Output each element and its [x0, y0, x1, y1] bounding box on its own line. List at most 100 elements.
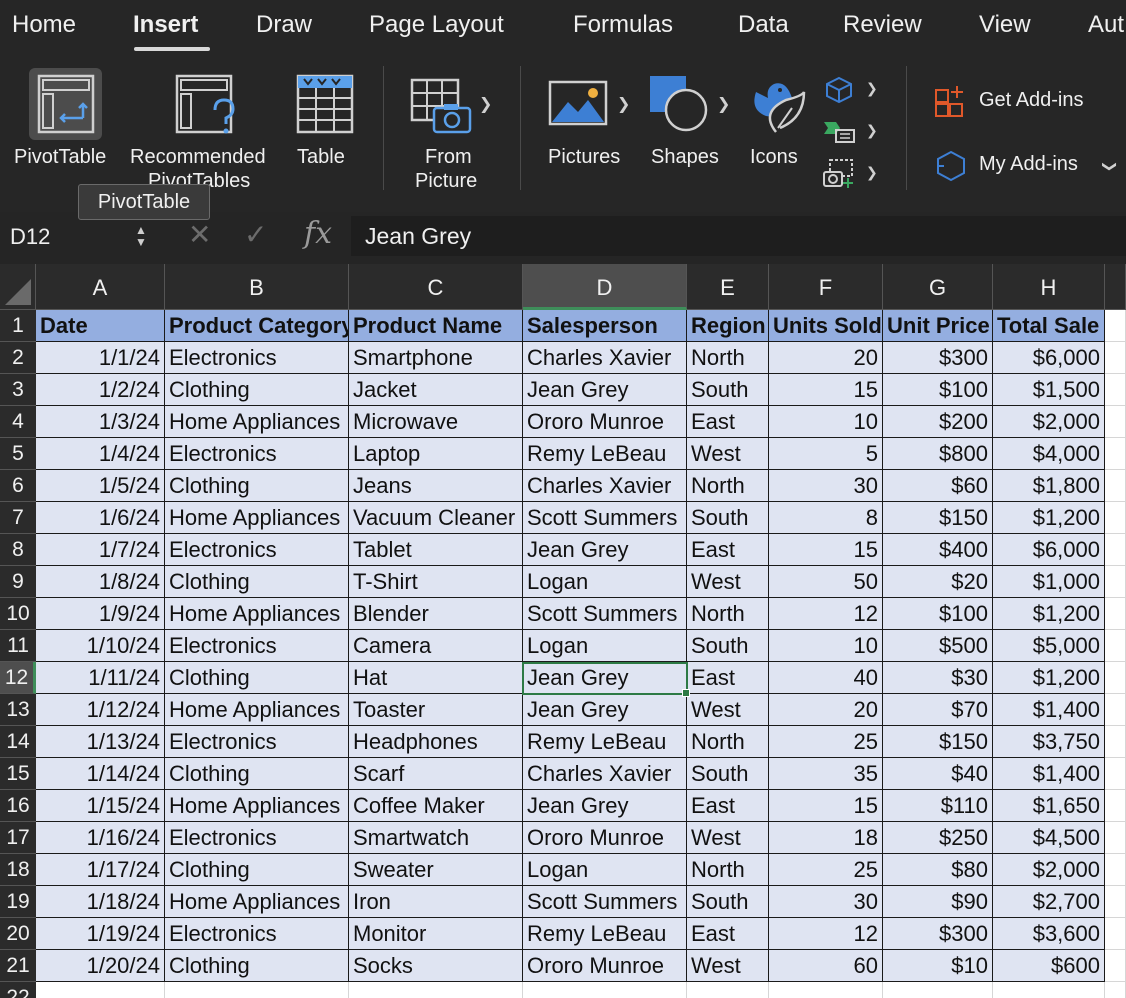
- table-cell[interactable]: 1/3/24: [36, 406, 165, 438]
- table-cell[interactable]: Remy LeBeau: [523, 726, 687, 758]
- table-cell[interactable]: West: [687, 566, 769, 598]
- table-cell[interactable]: South: [687, 886, 769, 918]
- screenshot-dropdown-chevron-icon[interactable]: ❯: [866, 164, 878, 181]
- table-cell[interactable]: Hat: [349, 662, 523, 694]
- table-cell[interactable]: Logan: [523, 854, 687, 886]
- cancel-entry-icon[interactable]: ✕: [188, 218, 211, 251]
- table-cell[interactable]: 8: [769, 502, 883, 534]
- empty-cell[interactable]: [1105, 598, 1126, 630]
- table-cell[interactable]: West: [687, 822, 769, 854]
- row-header-18[interactable]: 18: [0, 854, 36, 886]
- table-cell[interactable]: Sweater: [349, 854, 523, 886]
- table-cell[interactable]: $1,000: [993, 566, 1105, 598]
- table-cell[interactable]: Charles Xavier: [523, 470, 687, 502]
- smartart-dropdown-chevron-icon[interactable]: ❯: [866, 122, 878, 139]
- table-cell[interactable]: East: [687, 406, 769, 438]
- shapes-dropdown-chevron-icon[interactable]: ❯: [717, 94, 730, 114]
- table-cell[interactable]: Vacuum Cleaner: [349, 502, 523, 534]
- table-cell[interactable]: East: [687, 790, 769, 822]
- table-cell[interactable]: 12: [769, 918, 883, 950]
- table-cell[interactable]: $1,200: [993, 502, 1105, 534]
- table-cell[interactable]: 30: [769, 886, 883, 918]
- table-cell[interactable]: 1/8/24: [36, 566, 165, 598]
- table-cell[interactable]: South: [687, 502, 769, 534]
- table-cell[interactable]: $20: [883, 566, 993, 598]
- table-cell[interactable]: Home Appliances: [165, 790, 349, 822]
- empty-cell[interactable]: [1105, 662, 1126, 694]
- empty-cell[interactable]: [1105, 566, 1126, 598]
- table-cell[interactable]: 50: [769, 566, 883, 598]
- table-cell[interactable]: $6,000: [993, 342, 1105, 374]
- column-header-d[interactable]: D: [523, 264, 687, 310]
- table-cell[interactable]: East: [687, 918, 769, 950]
- empty-cell[interactable]: [1105, 342, 1126, 374]
- empty-cell[interactable]: [1105, 630, 1126, 662]
- table-cell[interactable]: $100: [883, 374, 993, 406]
- row-header-13[interactable]: 13: [0, 694, 36, 726]
- row-header-19[interactable]: 19: [0, 886, 36, 918]
- table-cell[interactable]: East: [687, 534, 769, 566]
- table-cell[interactable]: $70: [883, 694, 993, 726]
- empty-cell[interactable]: [1105, 438, 1126, 470]
- table-cell[interactable]: 10: [769, 406, 883, 438]
- table-cell[interactable]: Clothing: [165, 566, 349, 598]
- table-cell[interactable]: 1/17/24: [36, 854, 165, 886]
- table-cell[interactable]: Remy LeBeau: [523, 918, 687, 950]
- table-cell[interactable]: 1/15/24: [36, 790, 165, 822]
- table-cell[interactable]: $300: [883, 918, 993, 950]
- table-cell[interactable]: $1,650: [993, 790, 1105, 822]
- tab-automate[interactable]: Aut: [1088, 11, 1124, 39]
- table-cell[interactable]: $600: [993, 950, 1105, 982]
- pictures-button[interactable]: Pictures: [548, 145, 620, 169]
- table-cell[interactable]: $2,000: [993, 854, 1105, 886]
- table-cell[interactable]: Jeans: [349, 470, 523, 502]
- row-header-16[interactable]: 16: [0, 790, 36, 822]
- column-header-next[interactable]: [1105, 264, 1126, 310]
- table-cell[interactable]: 1/16/24: [36, 822, 165, 854]
- table-cell[interactable]: North: [687, 342, 769, 374]
- empty-cell[interactable]: [1105, 982, 1126, 998]
- table-cell[interactable]: Iron: [349, 886, 523, 918]
- header-cell[interactable]: Unit Price: [883, 310, 993, 342]
- name-box[interactable]: D12 ▲ ▼: [0, 216, 160, 258]
- table-cell[interactable]: 40: [769, 662, 883, 694]
- table-cell[interactable]: Smartwatch: [349, 822, 523, 854]
- table-cell[interactable]: 15: [769, 790, 883, 822]
- table-cell[interactable]: Home Appliances: [165, 694, 349, 726]
- table-cell[interactable]: $30: [883, 662, 993, 694]
- empty-cell[interactable]: [1105, 790, 1126, 822]
- shapes-icon[interactable]: [648, 74, 710, 134]
- spreadsheet-grid[interactable]: A B C D E F G H 1 Date Product Category Product Nam…: [0, 264, 1126, 998]
- table-cell[interactable]: $400: [883, 534, 993, 566]
- pictures-icon[interactable]: [548, 80, 608, 126]
- table-cell[interactable]: Charles Xavier: [523, 342, 687, 374]
- table-cell[interactable]: Clothing: [165, 758, 349, 790]
- icons-button[interactable]: Icons: [750, 145, 798, 169]
- table-cell[interactable]: South: [687, 374, 769, 406]
- tab-formulas[interactable]: Formulas: [573, 11, 673, 39]
- from-picture-button-line2[interactable]: Picture: [415, 169, 477, 193]
- table-cell[interactable]: 15: [769, 374, 883, 406]
- from-picture-dropdown-chevron-icon[interactable]: ❯: [479, 94, 492, 114]
- from-picture-icon[interactable]: [410, 78, 472, 136]
- 3d-models-icon[interactable]: [824, 76, 854, 104]
- table-cell[interactable]: $1,200: [993, 662, 1105, 694]
- row-header-6[interactable]: 6: [0, 470, 36, 502]
- my-addins-icon[interactable]: [934, 150, 968, 182]
- table-cell[interactable]: T-Shirt: [349, 566, 523, 598]
- table-cell[interactable]: $250: [883, 822, 993, 854]
- table-cell[interactable]: 25: [769, 726, 883, 758]
- table-cell[interactable]: $500: [883, 630, 993, 662]
- table-cell[interactable]: Electronics: [165, 342, 349, 374]
- table-cell[interactable]: 1/1/24: [36, 342, 165, 374]
- table-cell[interactable]: $2,000: [993, 406, 1105, 438]
- get-addins-button[interactable]: Get Add-ins: [979, 88, 1084, 112]
- table-cell[interactable]: North: [687, 726, 769, 758]
- table-cell[interactable]: 1/18/24: [36, 886, 165, 918]
- tab-home[interactable]: Home: [12, 11, 76, 39]
- table-cell[interactable]: $800: [883, 438, 993, 470]
- empty-cell[interactable]: [1105, 950, 1126, 982]
- row-header-5[interactable]: 5: [0, 438, 36, 470]
- row-header-14[interactable]: 14: [0, 726, 36, 758]
- table-cell[interactable]: Scott Summers: [523, 598, 687, 630]
